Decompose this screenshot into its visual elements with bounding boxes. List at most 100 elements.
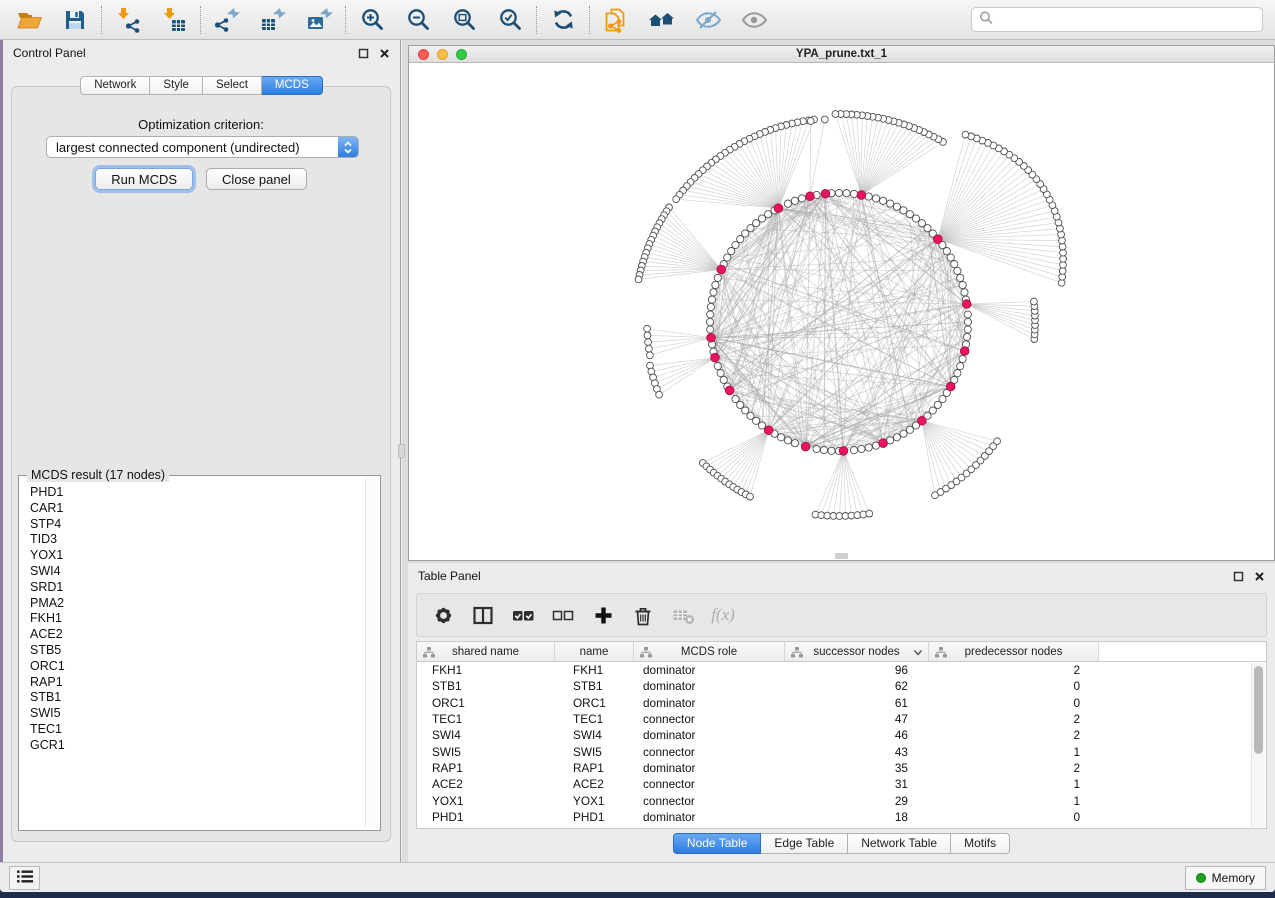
- network-node[interactable]: [720, 376, 727, 383]
- mcds-dominator-node[interactable]: [725, 386, 734, 395]
- network-node[interactable]: [858, 445, 865, 452]
- memory-button[interactable]: Memory: [1185, 866, 1266, 890]
- mcds-dominator-node[interactable]: [806, 192, 815, 201]
- network-node[interactable]: [865, 444, 872, 451]
- network-node[interactable]: [872, 195, 879, 202]
- mcds-dominator-node[interactable]: [960, 347, 969, 356]
- result-item[interactable]: STB1: [30, 690, 364, 706]
- result-item[interactable]: CAR1: [30, 501, 364, 517]
- result-item[interactable]: ACE2: [30, 627, 364, 643]
- network-node[interactable]: [807, 118, 814, 125]
- network-node[interactable]: [784, 200, 791, 207]
- network-node[interactable]: [1031, 298, 1038, 305]
- network-node[interactable]: [893, 203, 900, 210]
- network-node[interactable]: [957, 274, 964, 281]
- network-node[interactable]: [647, 352, 654, 359]
- network-node[interactable]: [717, 370, 724, 377]
- criterion-select[interactable]: largest connected component (undirected): [46, 136, 359, 158]
- table-scrollbar-thumb[interactable]: [1254, 666, 1263, 754]
- close-table-panel-icon[interactable]: [1254, 571, 1265, 582]
- network-node[interactable]: [798, 195, 805, 202]
- tab-style[interactable]: Style: [150, 76, 203, 95]
- export-network-button[interactable]: [210, 5, 244, 35]
- network-node[interactable]: [893, 434, 900, 441]
- open-file-button[interactable]: [12, 5, 46, 35]
- table-row[interactable]: ACE2ACE2connector311: [417, 776, 1266, 792]
- select-all-rows-button[interactable]: [511, 602, 535, 628]
- result-item[interactable]: TEC1: [30, 722, 364, 738]
- tab-motifs[interactable]: Motifs: [951, 833, 1010, 854]
- table-row[interactable]: STB1STB1dominator620: [417, 678, 1266, 694]
- table-row[interactable]: PHD1PHD1dominator180: [417, 809, 1266, 825]
- mcds-dominator-node[interactable]: [774, 204, 783, 213]
- network-node[interactable]: [644, 332, 651, 339]
- table-row[interactable]: YOX1YOX1connector291: [417, 792, 1266, 808]
- network-node[interactable]: [644, 325, 651, 332]
- tab-network-table[interactable]: Network Table: [848, 833, 951, 854]
- network-node[interactable]: [645, 339, 652, 346]
- network-node[interactable]: [747, 493, 754, 500]
- network-node[interactable]: [656, 391, 663, 398]
- run-mcds-button[interactable]: Run MCDS: [95, 168, 193, 190]
- mcds-dominator-node[interactable]: [707, 333, 716, 342]
- panel-divider-handle[interactable]: [398, 444, 405, 458]
- network-node[interactable]: [887, 200, 894, 207]
- network-node[interactable]: [646, 345, 653, 352]
- result-item[interactable]: SWI5: [30, 706, 364, 722]
- mcds-dominator-node[interactable]: [946, 382, 955, 391]
- delete-row-button[interactable]: [631, 602, 655, 628]
- mcds-dominator-node[interactable]: [711, 353, 720, 362]
- close-panel-icon[interactable]: [379, 48, 390, 59]
- mcds-result-list[interactable]: PHD1CAR1STP4TID3YOX1SWI4SRD1PMA2FKH1ACE2…: [21, 478, 364, 828]
- network-node[interactable]: [850, 190, 857, 197]
- refresh-network-button[interactable]: [546, 5, 580, 35]
- network-node[interactable]: [866, 510, 873, 517]
- maximize-window-icon[interactable]: [456, 49, 467, 60]
- float-panel-icon[interactable]: [358, 48, 369, 59]
- network-node[interactable]: [843, 190, 850, 197]
- zoom-selected-button[interactable]: [493, 5, 527, 35]
- result-item[interactable]: SRD1: [30, 580, 364, 596]
- close-panel-button[interactable]: Close panel: [206, 168, 307, 190]
- result-scrollbar[interactable]: [365, 478, 378, 828]
- task-history-button[interactable]: [9, 866, 40, 890]
- network-node[interactable]: [959, 355, 966, 362]
- result-item[interactable]: STB5: [30, 643, 364, 659]
- network-canvas[interactable]: [409, 63, 1275, 560]
- tab-network[interactable]: Network: [80, 76, 150, 95]
- network-node[interactable]: [964, 311, 971, 318]
- tab-mcds[interactable]: MCDS: [262, 76, 323, 95]
- zoom-fit-button[interactable]: [447, 5, 481, 35]
- tab-edge-table[interactable]: Edge Table: [761, 833, 848, 854]
- search-input[interactable]: [998, 13, 1255, 27]
- deselect-all-rows-button[interactable]: [551, 602, 575, 628]
- network-node[interactable]: [728, 248, 735, 255]
- mcds-dominator-node[interactable]: [962, 300, 971, 309]
- network-node[interactable]: [724, 254, 731, 261]
- show-all-button[interactable]: [737, 5, 771, 35]
- network-node[interactable]: [954, 267, 961, 274]
- result-item[interactable]: RAP1: [30, 675, 364, 691]
- table-settings-button[interactable]: [431, 602, 455, 628]
- network-node[interactable]: [828, 447, 835, 454]
- network-node[interactable]: [964, 326, 971, 333]
- network-node[interactable]: [791, 440, 798, 447]
- network-node[interactable]: [835, 189, 842, 196]
- mcds-dominator-node[interactable]: [717, 265, 726, 274]
- network-node[interactable]: [778, 434, 785, 441]
- result-item[interactable]: GCR1: [30, 738, 364, 754]
- network-node[interactable]: [961, 289, 968, 296]
- column-header-name[interactable]: name: [555, 642, 634, 662]
- network-node[interactable]: [791, 197, 798, 204]
- mcds-dominator-node[interactable]: [839, 447, 848, 456]
- mcds-dominator-node[interactable]: [801, 442, 810, 451]
- network-node[interactable]: [714, 363, 721, 370]
- tab-select[interactable]: Select: [203, 76, 262, 95]
- result-item[interactable]: TID3: [30, 532, 364, 548]
- tab-node-table[interactable]: Node Table: [673, 833, 762, 854]
- save-session-button[interactable]: [58, 5, 92, 35]
- result-item[interactable]: SWI4: [30, 564, 364, 580]
- network-node[interactable]: [964, 333, 971, 340]
- network-node[interactable]: [994, 438, 1001, 445]
- network-node[interactable]: [850, 447, 857, 454]
